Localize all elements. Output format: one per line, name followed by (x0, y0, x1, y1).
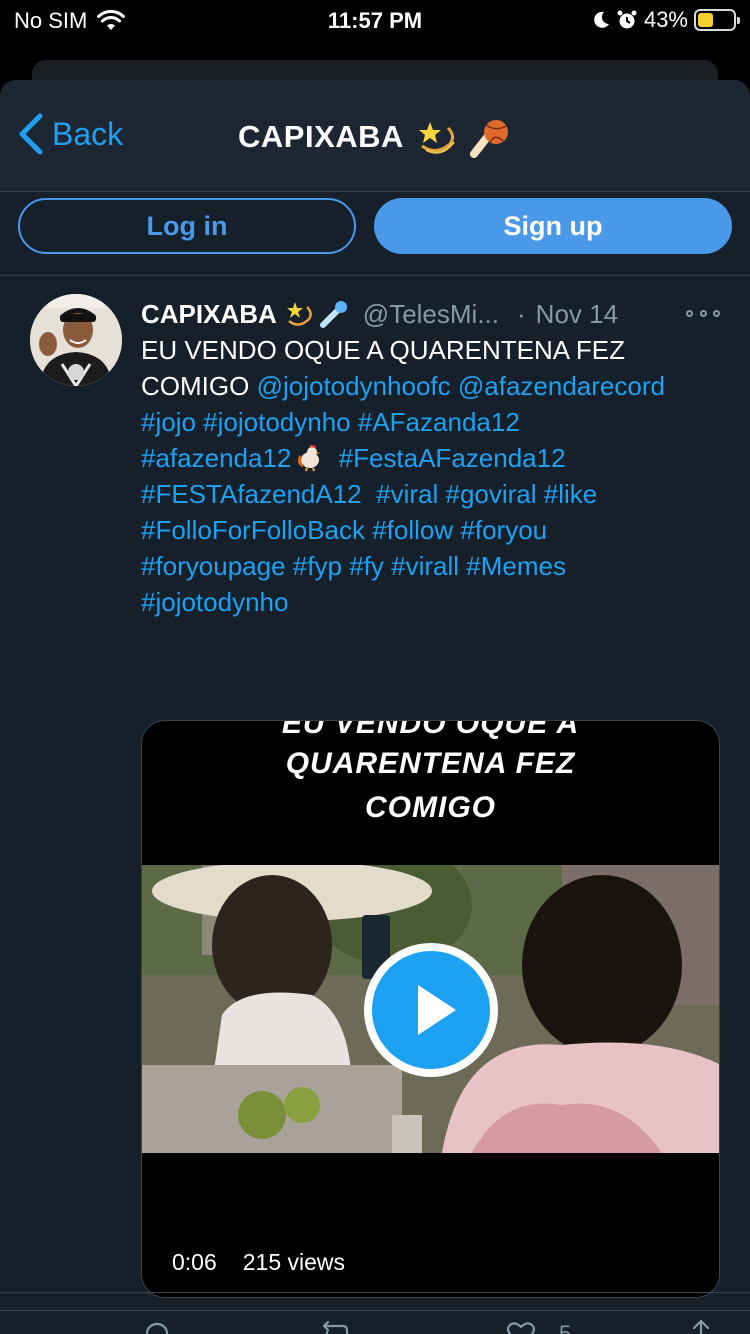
hashtag-link[interactable]: #afazenda12 (141, 443, 291, 473)
share-icon (692, 1319, 710, 1334)
page-title: CAPIXABA (238, 116, 512, 158)
hashtag-link[interactable]: #fy (349, 551, 384, 581)
hashtag-link[interactable]: #jojotodynho (203, 407, 350, 437)
video-player[interactable]: EU VENDO OQUE A QUARENTENA FEZ COMIGO 0:… (141, 720, 720, 1298)
hashtag-link[interactable]: #Memes (466, 551, 566, 581)
mention-link[interactable]: @jojotodynhoofc (257, 371, 451, 401)
status-bar: No SIM 11:57 PM 43% (0, 0, 750, 42)
heart-icon (506, 1322, 536, 1334)
battery-icon (694, 9, 740, 31)
tweet-text-plain: COMIGO (141, 371, 250, 401)
moon-icon (594, 11, 609, 28)
retweet-icon (322, 1320, 349, 1334)
battery-fill (698, 13, 713, 27)
hashtag-link[interactable]: #follow (372, 515, 453, 545)
comet-icon (319, 301, 347, 328)
hashtag-link[interactable]: #foryoupage (141, 551, 286, 581)
video-duration: 0:06 (172, 1249, 217, 1275)
separator-dot: · (517, 298, 526, 329)
page-title-text: CAPIXABA (238, 119, 404, 154)
author-emojis (285, 299, 349, 329)
hashtag-link[interactable]: #jojo (141, 407, 196, 437)
hashtag-link[interactable]: #FestaAFazenda12 (339, 443, 566, 473)
hashtag-link[interactable]: #like (544, 479, 597, 509)
hashtag-link[interactable]: #virall (391, 551, 459, 581)
hashtag-link[interactable]: #jojotodynho (141, 587, 288, 617)
battery-percent: 43% (643, 7, 688, 32)
avatar-image (30, 294, 122, 386)
tweet-text: EU VENDO OQUE A QUARENTENA FEZ COMIGO @j… (141, 332, 731, 620)
tweet-text-line: EU VENDO OQUE A QUARENTENA FEZ (141, 335, 625, 365)
play-icon (372, 951, 490, 1069)
tweet-actions: 5 (141, 1318, 721, 1334)
hashtag-link[interactable]: #FolloForFolloBack (141, 515, 365, 545)
tweet[interactable]: CAPIXABA @TelesMi... · Nov 14 EU VENDO O… (0, 276, 750, 1334)
hashtag-link[interactable]: #AFazanda12 (358, 407, 520, 437)
rooster-icon (298, 444, 321, 472)
status-right: 43% (592, 7, 740, 33)
back-label: Back (52, 115, 124, 152)
tweet-sheet: Back CAPIXABA Log in Sign up CAPIXABA @T… (0, 80, 750, 1334)
share-button[interactable] (685, 1318, 717, 1334)
divider (0, 1310, 750, 1311)
auth-row: Log in Sign up (0, 192, 750, 276)
video-caption-cropped: EU VENDO OQUE A (281, 720, 580, 740)
hashtag-link[interactable]: #foryou (460, 515, 547, 545)
video-views: 215 views (242, 1249, 346, 1275)
dizzy-star-icon (286, 302, 312, 326)
video-caption: QUARENTENA FEZ (285, 747, 576, 780)
alarm-icon (617, 10, 637, 29)
hashtag-link[interactable]: #viral (376, 479, 438, 509)
avatar[interactable] (30, 294, 122, 386)
login-button[interactable]: Log in (18, 198, 356, 254)
tweet-date[interactable]: Nov 14 (536, 299, 618, 330)
back-button[interactable]: Back (16, 112, 123, 156)
nav-bar: Back CAPIXABA (0, 80, 750, 192)
author-name[interactable]: CAPIXABA (141, 299, 277, 330)
basketball-icon (469, 120, 508, 158)
like-count: 5 (559, 1321, 572, 1334)
reply-icon (145, 1322, 169, 1334)
mention-link[interactable]: @afazendarecord (458, 371, 665, 401)
divider (0, 1292, 750, 1293)
chevron-left-icon (19, 113, 43, 155)
author-handle[interactable]: @TelesMi... (363, 299, 499, 330)
like-button[interactable]: 5 (505, 1318, 571, 1334)
tweet-header: CAPIXABA @TelesMi... · Nov 14 (141, 296, 721, 332)
hashtag-link[interactable]: #FESTAfazendA12 (141, 479, 362, 509)
video-meta: 0:06 215 views (172, 1249, 345, 1276)
signup-button[interactable]: Sign up (374, 198, 732, 254)
reply-button[interactable] (141, 1318, 173, 1334)
dizzy-star-icon (418, 122, 455, 154)
retweet-button[interactable] (321, 1318, 353, 1334)
video-caption: COMIGO (365, 791, 496, 824)
play-button[interactable] (364, 943, 498, 1077)
hashtag-link[interactable]: #fyp (293, 551, 342, 581)
hashtag-link[interactable]: #goviral (445, 479, 536, 509)
more-options-icon[interactable] (686, 298, 720, 328)
